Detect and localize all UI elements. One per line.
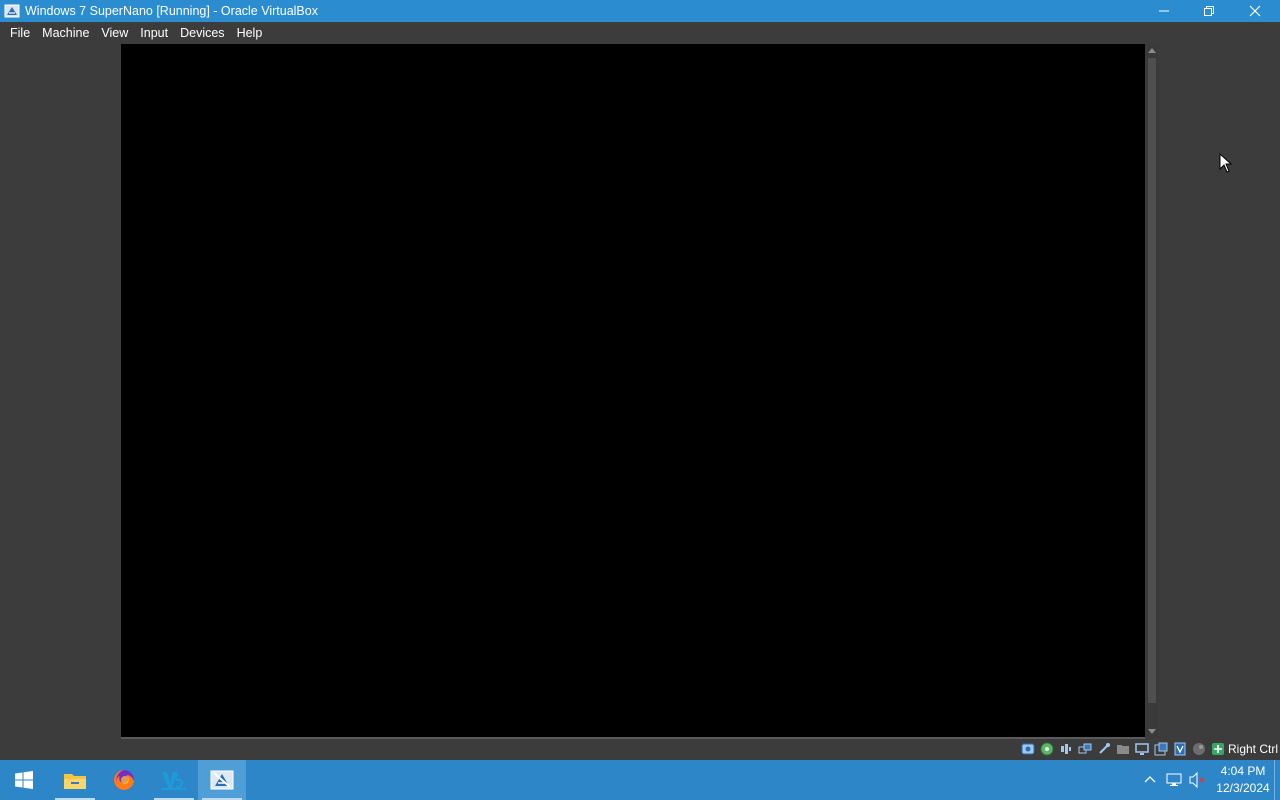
show-desktop-button[interactable]: [1274, 760, 1280, 800]
vertical-scrollbar[interactable]: [1145, 44, 1159, 738]
volume-muted-icon[interactable]: [1187, 771, 1209, 789]
firefox-icon: [114, 770, 134, 790]
system-tray: [1141, 760, 1209, 800]
hard-disk-icon[interactable]: [1020, 741, 1036, 757]
minimize-icon: [1159, 10, 1169, 12]
taskbar-virtualbox[interactable]: [198, 760, 246, 800]
menu-help[interactable]: Help: [231, 22, 269, 44]
clock-time: 4:04 PM: [1220, 764, 1266, 778]
title-bar[interactable]: Windows 7 SuperNano [Running] - Oracle V…: [0, 0, 1280, 22]
menu-machine[interactable]: Machine: [36, 22, 95, 44]
clock[interactable]: 4:04 PM 12/3/2024: [1214, 763, 1272, 797]
chevron-up-icon[interactable]: [1141, 771, 1159, 789]
optical-drive-icon[interactable]: [1039, 741, 1055, 757]
taskbar-vs-app[interactable]: [150, 760, 198, 800]
clock-date: 12/3/2024: [1216, 781, 1270, 795]
restore-icon: [1204, 6, 1214, 16]
video-capture-icon[interactable]: [1153, 741, 1169, 757]
menu-bar: File Machine View Input Devices Help: [0, 22, 1280, 44]
start-button[interactable]: [0, 760, 48, 800]
keyboard-icon[interactable]: [1210, 741, 1226, 757]
minimize-button[interactable]: [1141, 0, 1187, 22]
usb-icon[interactable]: [1096, 741, 1112, 757]
restore-button[interactable]: [1186, 0, 1232, 22]
menu-file[interactable]: File: [0, 22, 36, 44]
menu-input[interactable]: Input: [134, 22, 174, 44]
scrollbar-thumb[interactable]: [1148, 58, 1156, 703]
scroll-down-arrow[interactable]: [1148, 729, 1156, 734]
virtualization-icon[interactable]: [1172, 741, 1188, 757]
host-key-label: Right Ctrl: [1227, 742, 1278, 756]
virtualbox-vm-icon: [4, 4, 20, 18]
display-icon[interactable]: [1134, 741, 1150, 757]
taskbar: 4:04 PM 12/3/2024: [0, 760, 1280, 800]
menu-devices[interactable]: Devices: [174, 22, 230, 44]
vm-display[interactable]: [121, 44, 1145, 738]
taskbar-file-explorer[interactable]: [51, 760, 99, 800]
vs-app-icon: [162, 772, 186, 790]
close-button[interactable]: [1232, 0, 1278, 22]
taskbar-firefox[interactable]: [100, 760, 148, 800]
audio-icon[interactable]: [1058, 741, 1074, 757]
network-icon[interactable]: [1077, 741, 1093, 757]
window-title: Windows 7 SuperNano [Running] - Oracle V…: [25, 4, 318, 18]
shared-folders-icon[interactable]: [1115, 741, 1131, 757]
mouse-integration-icon[interactable]: [1191, 741, 1207, 757]
scroll-up-arrow[interactable]: [1148, 48, 1156, 53]
network-tray-icon[interactable]: [1163, 771, 1187, 789]
virtualbox-icon: [210, 770, 234, 790]
close-icon: [1249, 5, 1261, 17]
folder-icon: [64, 774, 86, 789]
mouse-cursor-icon: [1219, 153, 1233, 173]
status-bar: Right Ctrl: [0, 739, 1280, 760]
windows-logo-icon: [15, 771, 33, 789]
menu-view[interactable]: View: [95, 22, 134, 44]
